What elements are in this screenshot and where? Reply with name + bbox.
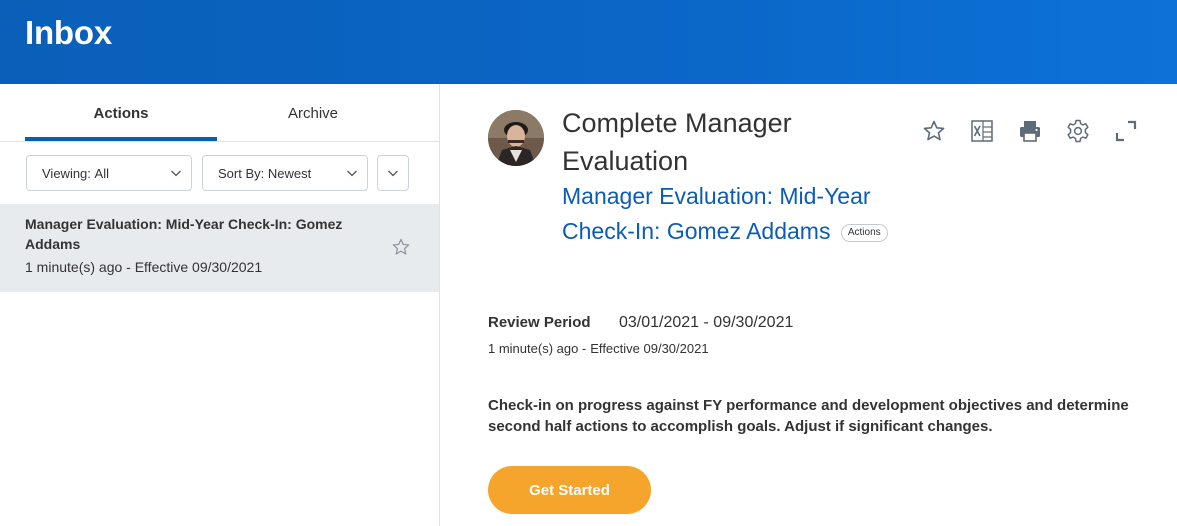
page-title: Inbox xyxy=(25,14,112,51)
viewing-filter-prefix: Viewing: xyxy=(42,165,91,181)
get-started-button[interactable]: Get Started xyxy=(488,466,651,514)
gear-icon[interactable] xyxy=(1065,118,1091,144)
excel-export-icon[interactable] xyxy=(969,118,995,144)
task-title: Complete Manager Evaluation xyxy=(562,108,792,176)
inbox-list-item[interactable]: Manager Evaluation: Mid-Year Check-In: G… xyxy=(0,204,439,292)
print-icon[interactable] xyxy=(1017,118,1043,144)
expand-icon[interactable] xyxy=(1113,118,1139,144)
chevron-down-icon xyxy=(388,170,398,177)
sort-by-dropdown[interactable]: Sort By: Newest xyxy=(202,155,368,191)
task-description: Check-in on progress against FY performa… xyxy=(488,397,1129,435)
viewing-filter-dropdown[interactable]: Viewing: All xyxy=(26,155,192,191)
sort-by-prefix: Sort By: xyxy=(218,165,265,181)
viewing-filter-value: All xyxy=(94,165,109,181)
task-subject-link-text[interactable]: Manager Evaluation: Mid-Year Check-In: G… xyxy=(562,183,871,244)
avatar xyxy=(488,110,544,166)
chevron-down-icon xyxy=(347,170,357,177)
tab-divider xyxy=(0,141,439,142)
task-time-ago: 1 minute(s) ago - xyxy=(488,341,587,356)
review-period-value: 03/01/2021 - 09/30/2021 xyxy=(619,314,794,331)
actions-badge[interactable]: Actions xyxy=(840,224,888,242)
tab-archive[interactable]: Archive xyxy=(217,84,409,142)
review-period-label: Review Period xyxy=(488,314,591,331)
task-subject-link[interactable]: Manager Evaluation: Mid-Year Check-In: G… xyxy=(562,179,922,249)
app-header: Inbox xyxy=(0,0,1177,84)
star-icon[interactable] xyxy=(921,118,947,144)
task-time-meta: 1 minute(s) ago - Effective 09/30/2021 xyxy=(488,341,709,356)
inbox-list-pane: Actions Archive Viewing: All Sort By: Ne… xyxy=(0,84,440,526)
chevron-down-icon xyxy=(171,170,181,177)
task-detail-pane: Complete Manager Evaluation Manager Eval… xyxy=(441,84,1177,526)
more-filters-button[interactable] xyxy=(377,155,409,191)
sort-by-value: Newest xyxy=(267,165,312,181)
inbox-item-title: Manager Evaluation: Mid-Year Check-In: G… xyxy=(25,216,343,252)
task-effective-date: Effective 09/30/2021 xyxy=(590,341,709,356)
star-icon[interactable] xyxy=(391,237,411,257)
inbox-item-meta: 1 minute(s) ago - Effective 09/30/2021 xyxy=(25,259,263,275)
tab-actions[interactable]: Actions xyxy=(25,84,217,142)
